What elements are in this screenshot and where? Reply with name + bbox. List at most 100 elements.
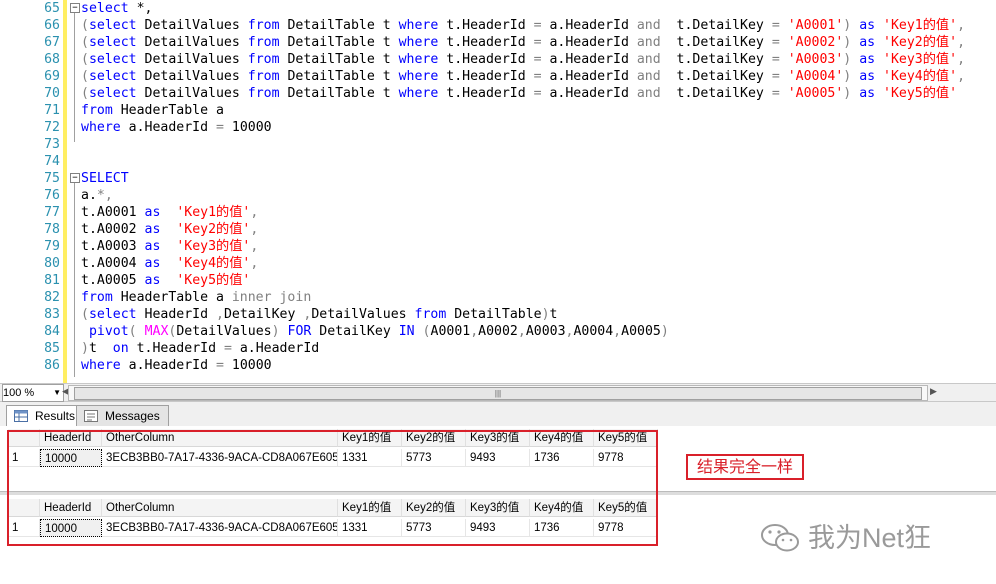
results-tab-bar: Results Messages — [0, 402, 996, 427]
code-line[interactable]: 69 (select DetailValues from DetailTable … — [0, 68, 996, 85]
scrollbar-thumb[interactable]: ||| — [74, 387, 922, 400]
code-text: t.A0001 as 'Key1的值', — [81, 204, 258, 221]
code-token: a.HeaderId — [541, 69, 637, 84]
zoom-dropdown[interactable]: 100 % ▼ — [2, 384, 64, 402]
horizontal-scrollbar[interactable]: ||| — [68, 385, 928, 401]
code-token: = — [771, 18, 780, 33]
code-token: as — [144, 239, 161, 254]
code-token: , — [250, 239, 259, 254]
code-token: a. — [81, 188, 97, 203]
code-token: ) — [541, 307, 550, 322]
code-token: DetailKey — [311, 324, 399, 339]
scroll-right-icon[interactable]: ▶ — [930, 386, 937, 397]
query-editor[interactable]: 65− select *, 66 (select DetailValues from … — [0, 0, 996, 383]
code-line[interactable]: 80 t.A0004 as 'Key4的值', — [0, 255, 996, 272]
watermark-text: 我为Net狂 — [808, 523, 932, 553]
code-token: where — [398, 52, 439, 67]
code-line[interactable]: 78 t.A0002 as 'Key2的值', — [0, 221, 996, 238]
tab-messages[interactable]: Messages — [76, 405, 169, 426]
code-line[interactable]: 83 (select HeaderId ,DetailKey ,DetailVal… — [0, 306, 996, 323]
tab-results[interactable]: Results — [6, 405, 85, 426]
code-token: 'Key5的值' — [176, 273, 251, 288]
code-token: a.HeaderId — [541, 52, 637, 67]
zoom-level: 100 % — [3, 387, 35, 399]
code-token: 10000 — [223, 120, 272, 135]
code-line[interactable]: 81 t.A0005 as 'Key5的值' — [0, 272, 996, 289]
code-token: *, — [96, 188, 113, 203]
code-text: (select DetailValues from DetailTable t … — [81, 85, 957, 102]
code-token: where — [81, 358, 121, 373]
code-token: t.HeaderId — [438, 69, 534, 84]
code-text: select *, — [81, 0, 152, 17]
code-token: as — [144, 256, 161, 271]
code-token: 'A0002' — [787, 35, 844, 50]
code-token: ( — [81, 35, 89, 50]
code-token: a.HeaderId — [541, 86, 637, 101]
code-token: ( — [422, 324, 431, 339]
code-token: t.DetailKey — [660, 69, 772, 84]
code-token: DetailTable t — [279, 52, 399, 67]
code-token: a.HeaderId — [120, 120, 216, 135]
code-token: DetailTable — [446, 307, 542, 322]
code-token: as — [859, 52, 876, 67]
line-number: 82 — [44, 290, 60, 305]
code-text: from HeaderTable a — [81, 102, 224, 119]
code-token: , — [216, 307, 224, 322]
code-token: , — [957, 18, 966, 33]
code-token: t.HeaderId — [438, 35, 534, 50]
code-line[interactable]: 67 (select DetailValues from DetailTable … — [0, 34, 996, 51]
code-token: from — [81, 290, 113, 305]
code-token: IN — [398, 324, 415, 339]
code-token: ( — [81, 86, 89, 101]
code-line[interactable]: 70 (select DetailValues from DetailTable … — [0, 85, 996, 102]
watermark: 我为Net狂 — [760, 518, 980, 558]
code-token: = — [533, 69, 542, 84]
code-line[interactable]: 72 where a.HeaderId = 10000 — [0, 119, 996, 136]
code-token: DetailValues — [136, 69, 248, 84]
code-line[interactable]: 74 — [0, 153, 996, 170]
results-pane: HeaderId OtherColumn Key1的值 Key2的值 Key3的值 Key… — [0, 426, 996, 584]
code-line[interactable]: 68 (select DetailValues from DetailTable … — [0, 51, 996, 68]
code-token: t.DetailKey — [660, 52, 772, 67]
code-line[interactable]: 65− select *, — [0, 0, 996, 17]
collapse-icon[interactable]: − — [70, 173, 80, 183]
code-line[interactable]: 86 where a.HeaderId = 10000 — [0, 357, 996, 374]
code-line[interactable]: 85)t on t.HeaderId = a.HeaderId — [0, 340, 996, 357]
code-text: SELECT — [81, 170, 129, 187]
code-token: from — [247, 18, 280, 33]
code-token: on — [112, 341, 129, 356]
code-line[interactable]: 76 a.*, — [0, 187, 996, 204]
code-token: = — [771, 69, 780, 84]
collapse-icon[interactable]: − — [70, 3, 80, 13]
code-line[interactable]: 75− SELECT — [0, 170, 996, 187]
code-line[interactable]: 82 from HeaderTable a inner join — [0, 289, 996, 306]
code-token: DetailTable t — [279, 86, 399, 101]
code-token: 'A0003' — [787, 52, 844, 67]
code-line[interactable]: 73 — [0, 136, 996, 153]
code-token: 'Key2的值' — [176, 222, 251, 237]
code-line[interactable]: 84 pivot( MAX(DetailValues) FOR DetailKe… — [0, 323, 996, 340]
line-number: 76 — [44, 188, 60, 203]
code-line[interactable]: 79 t.A0003 as 'Key3的值', — [0, 238, 996, 255]
code-token: DetailTable t — [279, 18, 399, 33]
code-token: = — [533, 86, 542, 101]
code-line[interactable]: 71 from HeaderTable a — [0, 102, 996, 119]
line-number: 65 — [44, 1, 60, 16]
highlight-box — [7, 430, 658, 546]
code-line[interactable]: 77 t.A0001 as 'Key1的值', — [0, 204, 996, 221]
code-text: pivot( MAX(DetailValues) FOR DetailKey I… — [81, 323, 669, 340]
code-token: 'Key3的值' — [883, 52, 958, 67]
code-token: t.HeaderId — [438, 18, 534, 33]
code-token: DetailValues — [136, 52, 248, 67]
code-line[interactable]: 66 (select DetailValues from DetailTable … — [0, 17, 996, 34]
